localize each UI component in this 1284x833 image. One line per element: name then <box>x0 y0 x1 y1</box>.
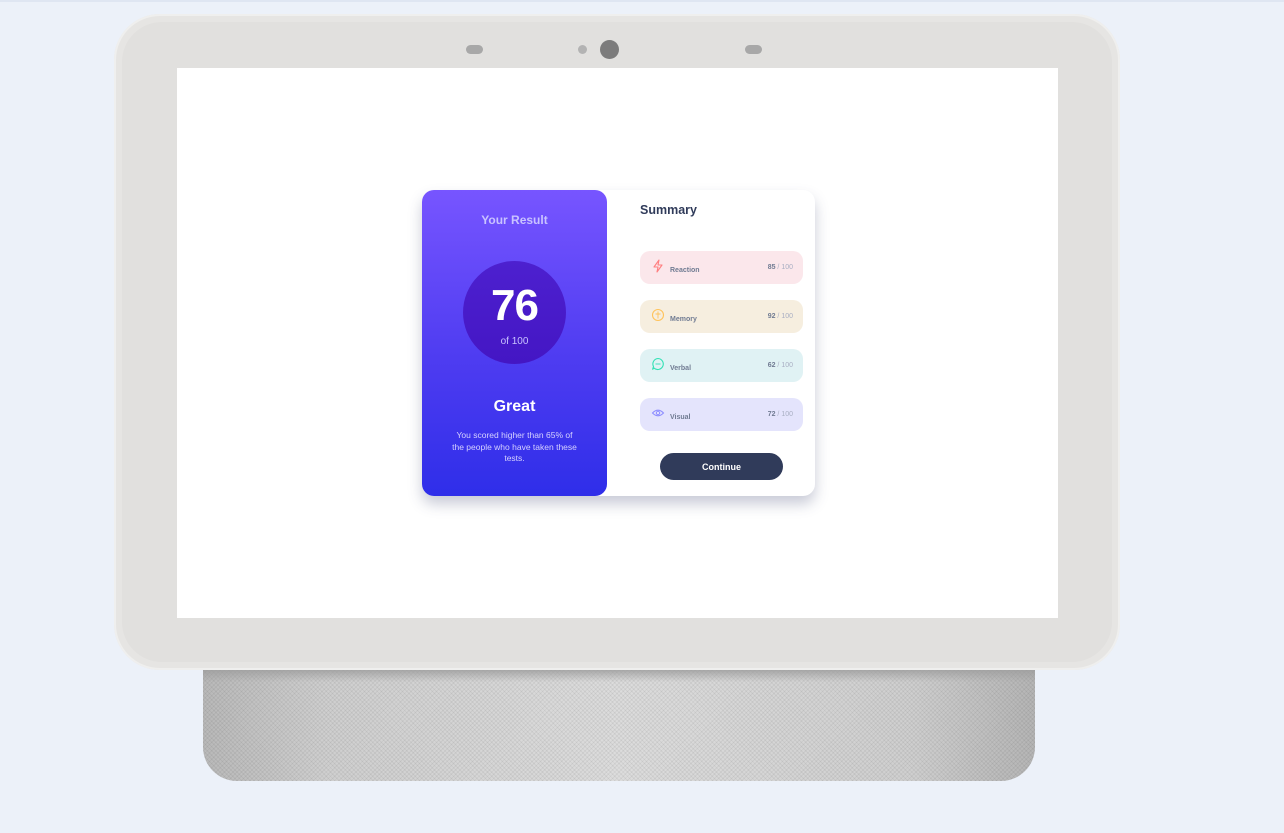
score-max: / 100 <box>775 411 793 418</box>
eye-icon <box>651 409 665 417</box>
summary-item-reaction: Reaction 85 / 100 <box>640 251 803 284</box>
sensor-right <box>745 45 762 54</box>
result-title: Your Result <box>481 213 548 227</box>
results-card: Your Result 76 of 100 Great You scored h… <box>422 190 815 496</box>
continue-button[interactable]: Continue <box>660 453 783 480</box>
camera-icon <box>600 40 619 59</box>
device-screen: Your Result 76 of 100 Great You scored h… <box>177 68 1058 618</box>
score-circle: 76 of 100 <box>463 261 566 364</box>
item-label: Reaction <box>670 267 700 274</box>
summary-item-memory: Memory 92 / 100 <box>640 300 803 333</box>
lightning-icon <box>653 259 663 273</box>
item-score: 85 / 100 <box>768 264 793 271</box>
score-max: of 100 <box>500 336 529 347</box>
summary-item-verbal: Verbal 62 / 100 <box>640 349 803 382</box>
summary-panel: Summary Reaction 85 / 100 Memory 92 / 10… <box>607 190 815 496</box>
summary-item-visual: Visual 72 / 100 <box>640 398 803 431</box>
item-label: Visual <box>670 414 691 421</box>
light-sensor <box>578 45 587 54</box>
summary-title: Summary <box>640 203 697 217</box>
brain-icon <box>651 308 665 322</box>
chat-bubble-icon <box>651 357 664 371</box>
item-label: Verbal <box>670 365 692 372</box>
top-border <box>0 0 1284 2</box>
rating-description: You scored higher than 65% of the people… <box>452 430 577 463</box>
score-max: / 100 <box>775 264 793 271</box>
item-score: 72 / 100 <box>768 411 793 418</box>
sensor-left <box>466 45 483 54</box>
item-score: 92 / 100 <box>768 313 793 320</box>
result-panel: Your Result 76 of 100 Great You scored h… <box>422 190 607 496</box>
score-max: / 100 <box>775 362 793 369</box>
score-max: / 100 <box>775 313 793 320</box>
score-value: 76 <box>491 281 539 330</box>
item-label: Memory <box>670 316 697 323</box>
item-score: 62 / 100 <box>768 362 793 369</box>
speaker-base <box>203 668 1035 781</box>
rating-label: Great <box>493 398 536 415</box>
